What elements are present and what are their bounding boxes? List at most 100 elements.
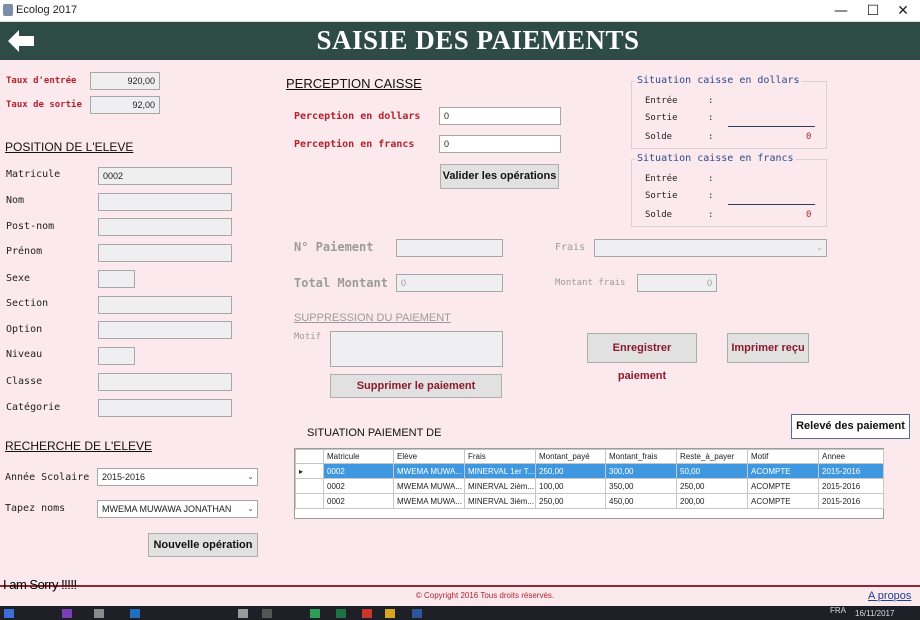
dollars-perception-input[interactable]: 0 [439,107,561,125]
column-header[interactable]: Montant_payé [535,449,606,464]
niveau-field[interactable] [98,347,135,365]
app-icon[interactable] [130,609,140,618]
section-field[interactable] [98,296,232,314]
sexe-label: Sexe [6,273,31,284]
table-cell[interactable]: MINERVAL 2ièm... [464,478,536,494]
table-cell[interactable]: 450,00 [605,493,677,509]
cash-dollars-in-label: Entrée [645,96,678,106]
table-cell[interactable]: 50,00 [676,463,748,479]
table-row[interactable]: 0002 MWEMA MUWA... MINERVAL 2ièm... 100,… [295,478,884,494]
table-cell[interactable]: 350,00 [605,478,677,494]
table-cell[interactable]: ACOMPTE [747,493,819,509]
row-selector-icon[interactable]: ▸ [295,463,324,479]
app-icon[interactable] [310,609,320,618]
tools-icon[interactable] [238,609,248,618]
payment-number-field[interactable] [396,239,503,257]
francs-perception-input[interactable]: 0 [439,135,561,153]
postnom-field[interactable] [98,218,232,236]
table-cell[interactable]: MWEMA MUWA... [393,463,465,479]
table-cell[interactable]: ACOMPTE [747,463,819,479]
option-field[interactable] [98,321,232,339]
overlay-caption: I am Sorry !!!!! [3,577,77,592]
matricule-field[interactable]: 0002 [98,167,232,185]
app-icon[interactable] [262,609,272,618]
classe-field[interactable] [98,373,232,391]
column-header[interactable]: Matricule [323,449,394,464]
table-cell[interactable]: 300,00 [605,463,677,479]
column-header[interactable]: Reste_à_payer [676,449,748,464]
table-cell[interactable]: 250,00 [676,478,748,494]
entry-rate-label: Taux d'entrée [6,76,77,86]
row-selector[interactable] [295,478,324,494]
exit-rate-field[interactable]: 92,00 [90,96,160,114]
column-header[interactable]: Frais [464,449,536,464]
table-cell[interactable]: 0002 [323,463,394,479]
table-cell[interactable]: MWEMA MUWA... [393,478,465,494]
print-receipt-button[interactable]: Imprimer reçu [727,333,809,363]
row-header-corner [295,449,324,464]
app-icon[interactable] [362,609,372,618]
name-search-combo[interactable]: MWEMA MUWAWA JONATHAN ⌄ [97,500,258,518]
colon-text: : [708,96,714,106]
prenom-label: Prénom [6,246,43,257]
column-header[interactable]: Elève [393,449,465,464]
maximize-button[interactable]: ☐ [858,0,888,22]
about-link[interactable]: A propos [868,590,911,602]
total-amount-field[interactable]: 0 [396,274,503,292]
grid-header-row: Matricule Elève Frais Montant_payé Monta… [295,449,884,464]
colon-text: : [708,132,714,142]
minimize-button[interactable]: — [826,0,856,22]
column-header[interactable]: Montant_frais [605,449,677,464]
column-header[interactable]: Annee [818,449,884,464]
cash-francs-balance-value: 0 [806,210,812,220]
table-cell[interactable]: MWEMA MUWA... [393,493,465,509]
folder-icon[interactable] [385,609,395,618]
close-button[interactable]: ✕ [888,0,918,22]
start-icon[interactable] [4,609,14,618]
table-cell[interactable]: ACOMPTE [747,478,819,494]
table-cell[interactable]: 2015-2016 [818,463,884,479]
validate-operations-button[interactable]: Valider les opérations [440,164,559,189]
delete-payment-button[interactable]: Supprimer le paiement [330,374,502,398]
table-cell[interactable]: 2015-2016 [818,478,884,494]
chevron-down-icon: ⌄ [816,243,823,252]
fee-amount-field[interactable]: 0 [637,274,717,292]
cash-dollars-balance-label: Solde [645,132,673,142]
fees-select[interactable]: ⌄ [594,239,827,257]
word-icon[interactable] [412,609,422,618]
name-search-label: Tapez noms [5,503,66,514]
app-icon[interactable] [94,609,104,618]
sexe-field[interactable] [98,270,135,288]
table-cell[interactable]: 250,00 [535,493,606,509]
table-cell[interactable]: 200,00 [676,493,748,509]
table-cell[interactable]: MINERVAL 1er T... [464,463,536,479]
column-header[interactable]: Motif [747,449,819,464]
colon-text: : [708,191,714,201]
colon-text: : [708,210,714,220]
divider [728,126,815,127]
system-date[interactable]: 16/11/2017 [855,609,894,618]
table-cell[interactable]: 0002 [323,493,394,509]
school-year-select[interactable]: 2015-2016 ⌄ [97,468,258,486]
excel-icon[interactable] [336,609,346,618]
categorie-field[interactable] [98,399,232,417]
table-cell[interactable]: MINERVAL 3ièm... [464,493,536,509]
table-cell[interactable]: 0002 [323,478,394,494]
visual-studio-icon[interactable] [62,609,72,618]
table-cell[interactable]: 250,00 [535,463,606,479]
table-row[interactable]: ▸ 0002 MWEMA MUWA... MINERVAL 1er T... 2… [295,463,884,479]
table-cell[interactable]: 100,00 [535,478,606,494]
prenom-field[interactable] [98,244,232,262]
entry-rate-field[interactable]: 920,00 [90,72,160,90]
language-indicator[interactable]: FRA [830,606,846,615]
nom-field[interactable] [98,193,232,211]
school-year-value: 2015-2016 [102,472,146,482]
save-payment-button[interactable]: Enregistrer paiement [587,333,697,382]
table-cell[interactable]: 2015-2016 [818,493,884,509]
new-operation-button[interactable]: Nouvelle opération [148,533,258,557]
payment-statement-button[interactable]: Relevé des paiement [791,414,910,439]
row-selector[interactable] [295,493,324,509]
reason-textarea[interactable] [330,331,503,367]
payment-grid[interactable]: Matricule Elève Frais Montant_payé Monta… [294,448,884,519]
table-row[interactable]: 0002 MWEMA MUWA... MINERVAL 3ièm... 250,… [295,493,884,509]
